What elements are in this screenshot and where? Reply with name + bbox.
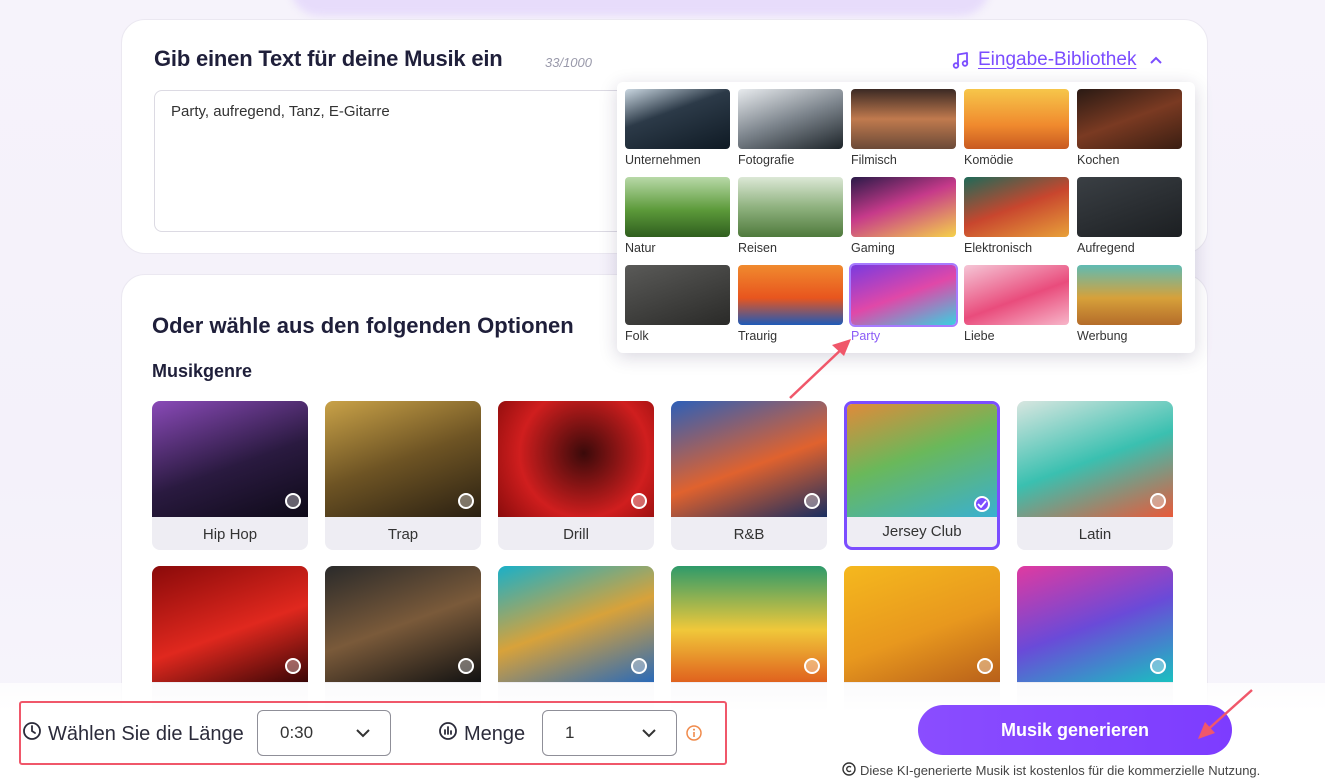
genre-card[interactable]: R&B: [671, 401, 827, 550]
amount-value: 1: [565, 723, 575, 742]
radio-icon[interactable]: [285, 658, 301, 674]
library-item-thumbnail: [964, 265, 1069, 325]
library-item-label: Gaming: [851, 241, 895, 255]
radio-icon[interactable]: [458, 493, 474, 509]
library-item[interactable]: Party: [849, 263, 958, 343]
library-item[interactable]: Fotografie: [738, 89, 843, 167]
genre-card[interactable]: Latin: [1017, 401, 1173, 550]
character-counter: 33/1000: [545, 55, 592, 70]
library-item[interactable]: Natur: [625, 177, 730, 255]
genre-label: Jersey Club: [882, 523, 962, 540]
genre-label: Hip Hop: [202, 526, 258, 543]
library-item[interactable]: Traurig: [738, 265, 843, 343]
library-item-thumbnail: [1077, 177, 1182, 237]
library-item-label: Komödie: [964, 153, 1014, 167]
options-title: Oder wähle aus den folgenden Optionen: [152, 313, 574, 338]
library-item[interactable]: Filmisch: [851, 89, 956, 167]
copyright-icon: [842, 762, 856, 778]
amount-label-group: Menge: [438, 721, 525, 747]
genre-card[interactable]: Hip Hop: [152, 401, 308, 550]
genre-card[interactable]: Jersey Club: [844, 401, 1000, 550]
radio-icon[interactable]: [804, 658, 820, 674]
library-item-label: Traurig: [738, 329, 778, 343]
radio-icon[interactable]: [285, 493, 301, 509]
library-item-label: Party: [851, 329, 881, 343]
library-item-thumbnail: [625, 89, 730, 149]
prompt-library-toggle[interactable]: Eingabe-Bibliothek: [952, 49, 1163, 71]
library-item-thumbnail: [964, 89, 1069, 149]
radio-icon[interactable]: [631, 493, 647, 509]
length-value: 0:30: [280, 723, 314, 742]
radio-icon[interactable]: [977, 658, 993, 674]
library-item-label: Reisen: [738, 241, 777, 255]
chevron-down-icon: [642, 723, 656, 743]
library-item-label: Werbung: [1077, 329, 1128, 343]
radio-icon[interactable]: [1150, 658, 1166, 674]
library-item[interactable]: Unternehmen: [625, 89, 730, 167]
library-item[interactable]: Reisen: [738, 177, 843, 255]
library-item[interactable]: Gaming: [851, 177, 956, 255]
genre-heading: Musikgenre: [152, 361, 253, 381]
checked-radio-icon[interactable]: [974, 496, 990, 512]
bottom-bar: Wählen Sie die Länge 0:30 Menge 1 Musik …: [0, 683, 1325, 778]
library-item[interactable]: Aufregend: [1077, 177, 1182, 255]
prompt-textarea[interactable]: Party, aufregend, Tanz, E-Gitarre: [154, 90, 624, 232]
bar-chart-icon: [438, 721, 458, 747]
library-item-label: Folk: [625, 329, 649, 343]
top-decoration: [290, 0, 990, 16]
music-note-icon: [952, 51, 970, 69]
amount-label: Menge: [464, 722, 526, 745]
radio-icon[interactable]: [458, 658, 474, 674]
library-item-thumbnail: [1077, 89, 1182, 149]
library-item-thumbnail: [851, 89, 956, 149]
library-item-thumbnail: [625, 265, 730, 325]
library-item-label: Unternehmen: [625, 153, 701, 167]
genre-label: Latin: [1078, 526, 1112, 543]
library-item-thumbnail: [738, 265, 843, 325]
genre-card[interactable]: Trap: [325, 401, 481, 550]
library-item-label: Kochen: [1077, 153, 1120, 167]
library-item-thumbnail: [849, 263, 958, 327]
library-item-label: Aufregend: [1077, 241, 1135, 255]
library-item[interactable]: Liebe: [964, 265, 1069, 343]
chevron-up-icon: [1150, 56, 1163, 64]
library-item[interactable]: Kochen: [1077, 89, 1182, 167]
library-item[interactable]: Folk: [625, 265, 730, 343]
library-item-thumbnail: [1077, 265, 1182, 325]
radio-icon[interactable]: [631, 658, 647, 674]
library-item-thumbnail: [964, 177, 1069, 237]
amount-select[interactable]: 1: [542, 710, 677, 756]
library-item[interactable]: Werbung: [1077, 265, 1182, 343]
generate-music-button[interactable]: Musik generieren: [918, 705, 1232, 755]
license-text: Diese KI-generierte Musik ist kostenlos …: [860, 763, 1261, 778]
library-item-label: Natur: [625, 241, 656, 255]
length-select[interactable]: 0:30: [257, 710, 391, 756]
library-item-label: Elektronisch: [964, 241, 1033, 255]
library-item-thumbnail: [738, 177, 843, 237]
library-item-thumbnail: [625, 177, 730, 237]
text-card-title: Gib einen Text für deine Musik ein: [154, 46, 503, 71]
library-item-label: Filmisch: [851, 153, 897, 167]
chevron-down-icon: [356, 723, 370, 743]
license-note: Diese KI-generierte Musik ist kostenlos …: [842, 762, 1260, 778]
library-item[interactable]: Elektronisch: [964, 177, 1069, 255]
library-item-label: Liebe: [964, 329, 995, 343]
length-label-group: Wählen Sie die Länge: [22, 721, 244, 747]
library-item-label: Fotografie: [738, 153, 795, 167]
clock-icon: [22, 721, 42, 747]
genre-label: Drill: [563, 526, 589, 543]
library-item-thumbnail: [738, 89, 843, 149]
genre-card[interactable]: Drill: [498, 401, 654, 550]
prompt-library-popup: Unternehmen Fotografie Filmisch Komödie Koch…: [617, 82, 1195, 353]
genre-label: Trap: [387, 526, 419, 543]
radio-icon[interactable]: [1150, 493, 1166, 509]
info-icon[interactable]: [686, 725, 702, 746]
length-label: Wählen Sie die Länge: [48, 722, 244, 745]
prompt-library-label: Eingabe-Bibliothek: [978, 49, 1137, 70]
genre-label: R&B: [733, 526, 765, 543]
library-item-thumbnail: [851, 177, 956, 237]
library-item[interactable]: Komödie: [964, 89, 1069, 167]
radio-icon[interactable]: [804, 493, 820, 509]
